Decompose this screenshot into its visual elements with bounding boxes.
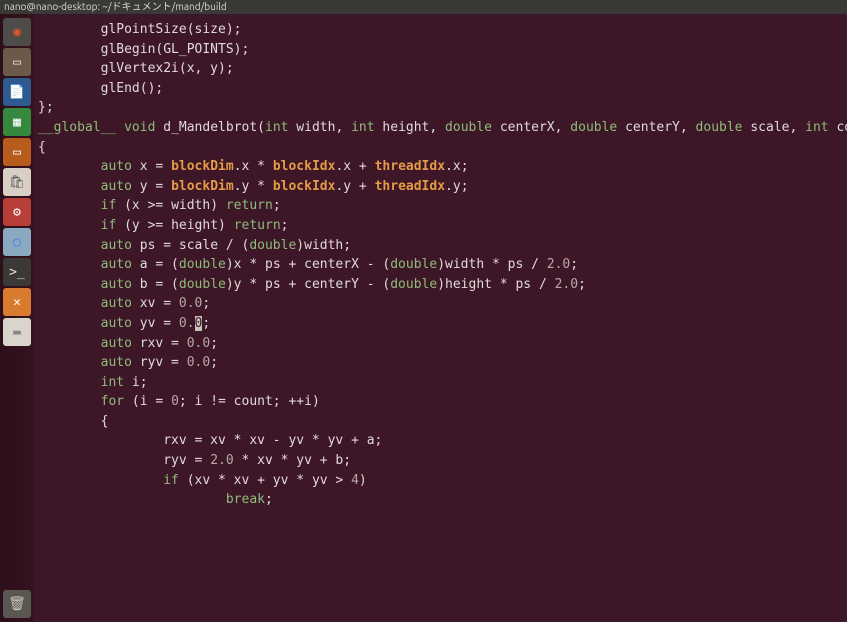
code-line: glEnd(); bbox=[34, 79, 847, 99]
launcher-impress-icon[interactable]: ▭ bbox=[3, 138, 31, 166]
code-line: auto x = blockDim.x * blockIdx.x + threa… bbox=[34, 157, 847, 177]
code-line: ryv = 2.0 * xv * yv + b; bbox=[34, 451, 847, 471]
window-titlebar: nano@nano-desktop: ~/ドキュメント/mand/build bbox=[0, 0, 847, 14]
code-line: glPointSize(size); bbox=[34, 20, 847, 40]
code-line: { bbox=[34, 138, 847, 158]
code-line: if (xv * xv + yv * yv > 4) bbox=[34, 471, 847, 491]
code-line: auto y = blockDim.y * blockIdx.y + threa… bbox=[34, 177, 847, 197]
code-line: rxv = xv * xv - yv * yv + a; bbox=[34, 431, 847, 451]
launcher-calc-icon[interactable]: ▦ bbox=[3, 108, 31, 136]
code-line: int i; bbox=[34, 373, 847, 393]
code-line: { bbox=[34, 412, 847, 432]
code-line: auto ps = scale / (double)width; bbox=[34, 236, 847, 256]
launcher-settings-icon[interactable]: ⚙ bbox=[3, 198, 31, 226]
launcher-software-icon[interactable]: 🛍 bbox=[3, 168, 31, 196]
unity-launcher: ◉ ▭ 📄 ▦ ▭ 🛍 ⚙ ◯ >_ ✕ ▬ 🗑 bbox=[0, 14, 34, 622]
code-line: __global__ void d_Mandelbrot(int width, … bbox=[34, 118, 847, 138]
launcher-file-manager-icon[interactable]: ▭ bbox=[3, 48, 31, 76]
code-line: if (x >= width) return; bbox=[34, 196, 847, 216]
launcher-ubuntu-dash-icon[interactable]: ◉ bbox=[3, 18, 31, 46]
code-line: auto ryv = 0.0; bbox=[34, 353, 847, 373]
code-editor-viewport[interactable]: glPointSize(size); glBegin(GL_POINTS); g… bbox=[34, 14, 847, 622]
launcher-terminal-icon[interactable]: >_ bbox=[3, 258, 31, 286]
code-line: auto a = (double)x * ps + centerX - (dou… bbox=[34, 255, 847, 275]
code-line: glBegin(GL_POINTS); bbox=[34, 40, 847, 60]
launcher-app-x-icon[interactable]: ✕ bbox=[3, 288, 31, 316]
code-line: break; bbox=[34, 490, 847, 510]
launcher-writer-icon[interactable]: 📄 bbox=[3, 78, 31, 106]
launcher-trash-icon[interactable]: 🗑 bbox=[3, 590, 31, 618]
code-line: auto rxv = 0.0; bbox=[34, 334, 847, 354]
code-line: auto xv = 0.0; bbox=[34, 294, 847, 314]
titlebar-text: nano@nano-desktop: ~/ドキュメント/mand/build bbox=[4, 1, 227, 12]
code-line: glVertex2i(x, y); bbox=[34, 59, 847, 79]
code-line: for (i = 0; i != count; ++i) bbox=[34, 392, 847, 412]
code-line: auto b = (double)y * ps + centerY - (dou… bbox=[34, 275, 847, 295]
code-line: auto yv = 0.0; bbox=[34, 314, 847, 334]
code-line: }; bbox=[34, 98, 847, 118]
launcher-drive-icon[interactable]: ▬ bbox=[3, 318, 31, 346]
code-line: if (y >= height) return; bbox=[34, 216, 847, 236]
launcher-chromium-icon[interactable]: ◯ bbox=[3, 228, 31, 256]
